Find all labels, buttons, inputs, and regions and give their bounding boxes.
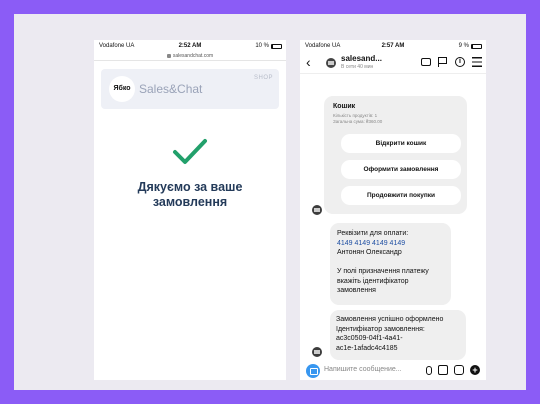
- cart-total: Загальна сума: ₴360.00: [333, 119, 383, 124]
- info-icon[interactable]: i: [455, 57, 465, 67]
- recipient-name: Антонян Олександр: [337, 249, 402, 256]
- chat-status: В сети 40 мин: [341, 64, 374, 70]
- shop-tag: SHOP: [253, 75, 273, 81]
- gallery-icon[interactable]: [438, 365, 448, 375]
- video-call-icon[interactable]: [421, 58, 431, 66]
- battery-indicator: 10 %: [255, 43, 282, 49]
- continue-shopping-button[interactable]: Продовжити покупки: [341, 186, 461, 205]
- lock-icon: [166, 53, 171, 58]
- battery-indicator: 9 %: [459, 43, 482, 49]
- bot-avatar[interactable]: [326, 58, 336, 68]
- battery-icon: [471, 43, 482, 49]
- payment-note-3: замовлення: [337, 287, 376, 294]
- instagram-chat-screen: Vodafone UA 2:57 AM 9 % ‹ salesand... В …: [300, 40, 486, 380]
- cart-meta: Кількість продуктів: 1 Загальна сума: ₴3…: [333, 113, 382, 125]
- shop-logo: Ябко: [109, 76, 135, 102]
- thank-you-line-2: замовлення: [152, 195, 228, 209]
- payment-note-2: вкажіть ідентифікатор: [337, 277, 409, 285]
- bot-avatar-icon: [312, 205, 322, 215]
- battery-icon: [271, 43, 282, 49]
- open-cart-button[interactable]: Відкрити кошик: [341, 134, 461, 153]
- sticker-icon[interactable]: [454, 365, 464, 375]
- url-text: salesandchat.com: [172, 53, 214, 59]
- order-confirmation-screen: Vodafone UA 2:52 AM 10 % salesandchat.co…: [94, 40, 286, 380]
- shop-banner: Ябко Sales&Chat SHOP: [101, 69, 279, 109]
- status-bar: Vodafone UA 2:52 AM 10 %: [94, 40, 286, 52]
- chat-header: ‹ salesand... В сети 40 мин i: [300, 52, 486, 74]
- checkmark-icon: [173, 139, 207, 164]
- battery-percent: 9 %: [458, 43, 469, 49]
- cart-title: Кошик: [333, 103, 356, 110]
- message-input[interactable]: Напишите сообщение...: [324, 366, 402, 373]
- back-arrow-icon[interactable]: ‹: [306, 55, 311, 69]
- order-line-2: Ідентифікатор замовлення:: [336, 325, 425, 333]
- order-id-line-1: ac3c0509-04f1-4a41-: [336, 335, 403, 343]
- payment-heading: Реквізити для оплати:: [337, 230, 409, 237]
- order-id-line-2: ac1e-1afadc4c4185: [336, 344, 398, 352]
- header-actions: i: [421, 57, 482, 67]
- address-bar[interactable]: salesandchat.com: [94, 52, 286, 61]
- menu-icon[interactable]: [472, 57, 482, 67]
- slide-canvas: Vodafone UA 2:52 AM 10 % salesandchat.co…: [14, 14, 526, 390]
- camera-icon[interactable]: [306, 364, 320, 378]
- order-confirmation-message: Замовлення успішно оформлено Ідентифікат…: [330, 310, 466, 360]
- message-composer: Напишите сообщение... +: [306, 364, 480, 378]
- payment-details-message: Реквізити для оплати: 4149 4149 4149 414…: [330, 223, 451, 305]
- composer-actions: +: [426, 365, 480, 375]
- battery-percent: 10 %: [255, 43, 269, 49]
- order-line-1: Замовлення успішно оформлено: [336, 316, 444, 323]
- thank-you-message: Дякуємо за ваше замовлення: [94, 180, 286, 210]
- microphone-icon[interactable]: [426, 365, 432, 375]
- brand-name: Sales&Chat: [139, 82, 203, 96]
- checkout-button[interactable]: Оформити замовлення: [341, 160, 461, 179]
- thank-you-line-1: Дякуємо за ваше: [137, 180, 243, 194]
- status-bar: Vodafone UA 2:57 AM 9 %: [300, 40, 486, 52]
- payment-note-1: У полі призначення платежу: [337, 268, 429, 275]
- plus-icon[interactable]: +: [470, 365, 480, 375]
- flag-icon[interactable]: [438, 57, 448, 67]
- bot-avatar-icon: [312, 347, 322, 357]
- chat-name[interactable]: salesand...: [341, 54, 382, 63]
- cart-card: Кошик Кількість продуктів: 1 Загальна су…: [324, 96, 467, 214]
- card-number[interactable]: 4149 4149 4149 4149: [337, 239, 444, 249]
